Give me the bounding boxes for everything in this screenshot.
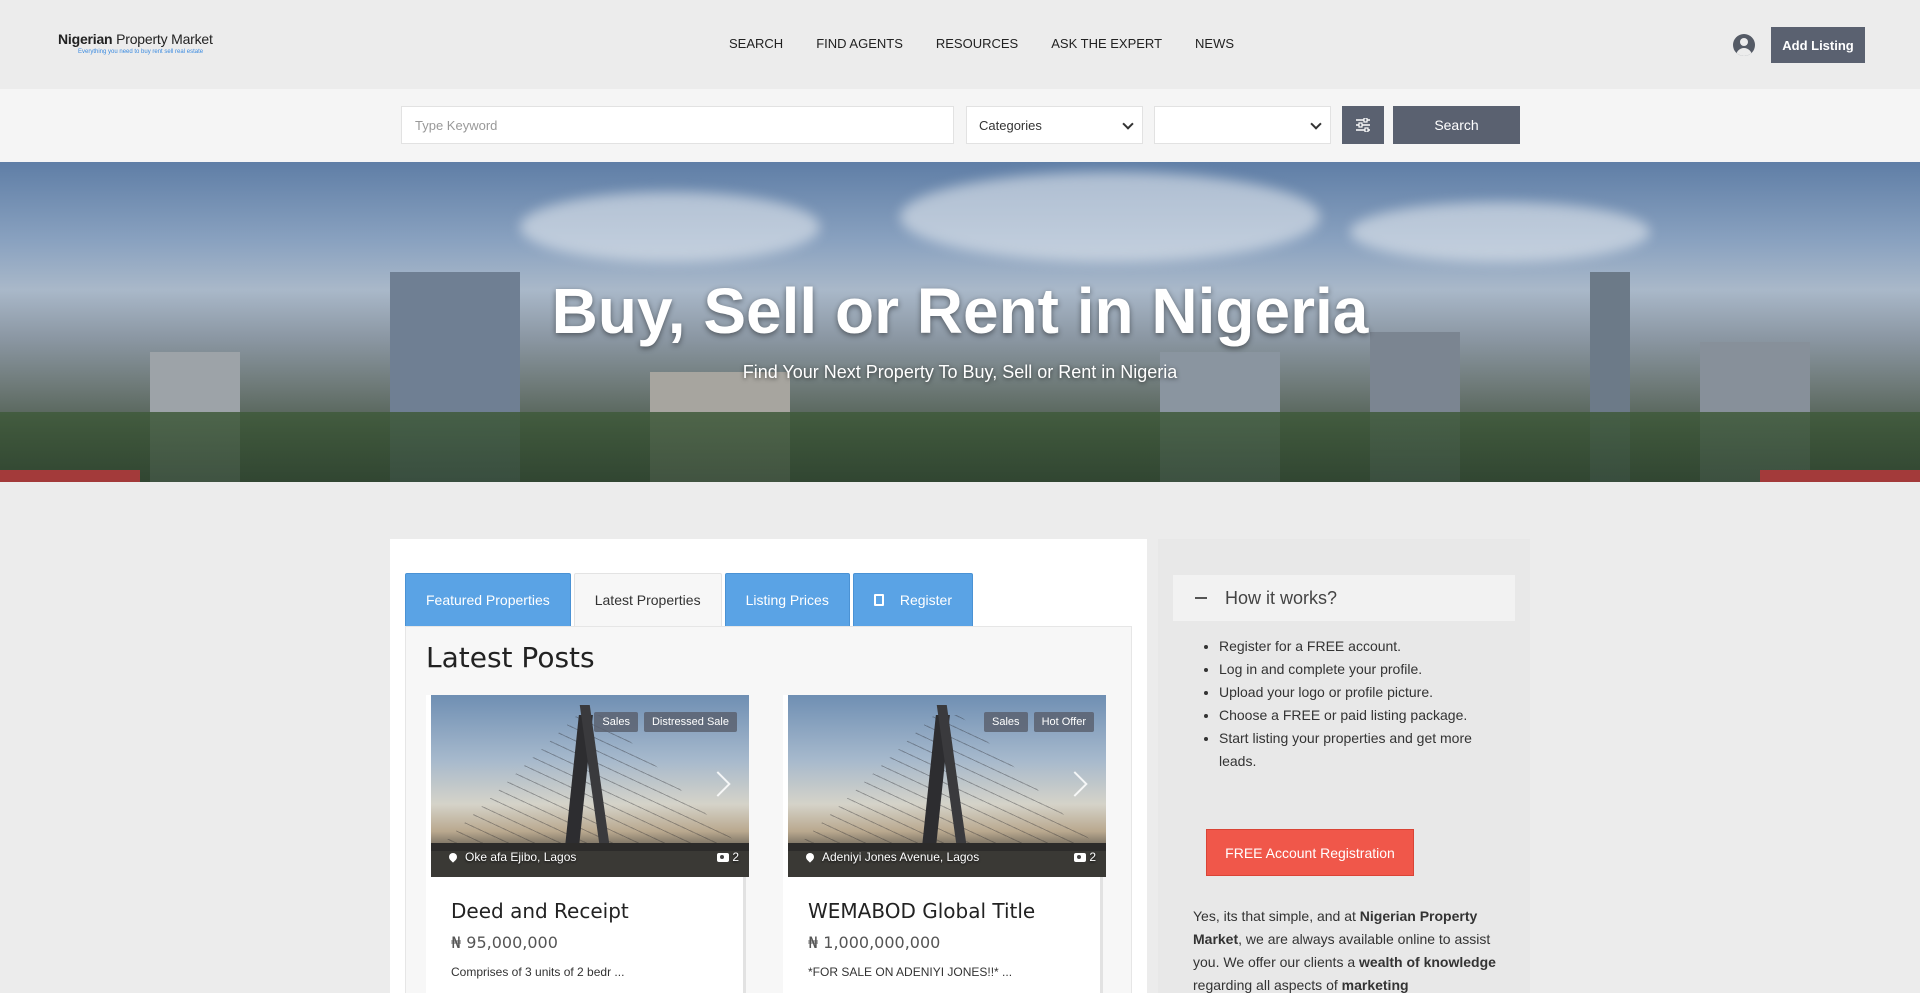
search-bar: Categories Search (0, 89, 1920, 162)
property-price: ₦ 95,000,000 (451, 933, 558, 952)
tree-line (0, 412, 1920, 482)
tab-register[interactable]: Register (852, 573, 973, 626)
keyword-input[interactable] (401, 106, 954, 144)
property-card[interactable]: Sales Distressed Sale Oke afa Ejibo, Lag… (426, 695, 749, 993)
logo-text: Nigerian Property Market (58, 31, 213, 47)
list-item: Choose a FREE or paid listing package. (1219, 704, 1489, 727)
chevron-down-icon (1122, 118, 1134, 130)
minus-icon (1195, 597, 1207, 599)
cloud (900, 172, 1320, 262)
chevron-right-icon[interactable] (705, 771, 731, 797)
camera-icon (717, 852, 730, 862)
search-button[interactable]: Search (1393, 106, 1520, 144)
hero-banner: Buy, Sell or Rent in Nigeria Find Your N… (0, 162, 1920, 482)
property-badges: Sales Distressed Sale (594, 712, 737, 732)
latest-properties-content: Latest Posts Sales Distressed Sale Oke a… (405, 626, 1132, 993)
list-item: Start listing your properties and get mo… (1219, 727, 1489, 773)
property-title[interactable]: WEMABOD Global Title (808, 899, 1035, 923)
sidebar-description: Yes, its that simple, and at Nigerian Pr… (1193, 908, 1496, 993)
property-card[interactable]: Sales Hot Offer Adeniyi Jones Avenue, La… (783, 695, 1106, 993)
property-price: ₦ 1,000,000,000 (808, 933, 941, 952)
tab-register-label: Register (899, 592, 952, 608)
sliders-icon (1356, 118, 1370, 132)
property-location: Adeniyi Jones Avenue, Lagos (804, 850, 979, 864)
nav-find-agents[interactable]: FIND AGENTS (816, 36, 903, 51)
map-pin-icon (804, 851, 816, 863)
property-image[interactable]: Sales Hot Offer Adeniyi Jones Avenue, La… (788, 695, 1106, 877)
how-it-works-panel: How it works? Register for a FREE accoun… (1158, 539, 1530, 993)
filter-button[interactable] (1342, 106, 1384, 144)
photo-count: 2 (717, 850, 739, 864)
hero-subtitle: Find Your Next Property To Buy, Sell or … (742, 362, 1178, 382)
map-pin-icon (447, 851, 459, 863)
nav-news[interactable]: NEWS (1195, 36, 1234, 51)
sign-in-icon (873, 594, 884, 606)
how-it-works-title: How it works? (1225, 587, 1338, 608)
badge-category[interactable]: Distressed Sale (643, 712, 737, 732)
property-location: Oke afa Ejibo, Lagos (447, 850, 576, 864)
property-description: Comprises of 3 units of 2 bedr ... (451, 965, 625, 979)
main-nav: SEARCH FIND AGENTS RESOURCES ASK THE EXP… (729, 36, 1267, 51)
tab-featured-properties[interactable]: Featured Properties (405, 573, 571, 626)
property-description: *FOR SALE ON ADENIYI JONES!!* ... (808, 965, 1013, 979)
property-title[interactable]: Deed and Receipt (451, 899, 629, 923)
tab-listing-prices[interactable]: Listing Prices (724, 573, 850, 626)
property-image[interactable]: Sales Distressed Sale Oke afa Ejibo, Lag… (431, 695, 749, 877)
badge-sales[interactable]: Sales (984, 712, 1028, 732)
category-select-value: Categories (979, 117, 1042, 133)
chevron-down-icon (1310, 118, 1322, 130)
category-select[interactable]: Categories (966, 106, 1143, 144)
camera-icon (1074, 852, 1087, 862)
site-header: Nigerian Property Market Everything you … (0, 0, 1920, 89)
badge-sales[interactable]: Sales (594, 712, 638, 732)
listing-tabs: Featured Properties Latest Properties Li… (405, 573, 976, 626)
list-item: Upload your logo or profile picture. (1219, 681, 1489, 704)
free-registration-button[interactable]: FREE Account Registration (1206, 829, 1414, 876)
listings-panel: Featured Properties Latest Properties Li… (390, 539, 1147, 993)
roof (0, 470, 140, 482)
add-listing-button[interactable]: Add Listing (1771, 27, 1865, 63)
roof (1760, 470, 1920, 482)
property-badges: Sales Hot Offer (984, 712, 1094, 732)
hero-title: Buy, Sell or Rent in Nigeria (551, 275, 1369, 347)
latest-posts-title: Latest Posts (426, 641, 595, 674)
tab-latest-properties[interactable]: Latest Properties (573, 573, 722, 626)
site-logo[interactable]: Nigerian Property Market Everything you … (58, 31, 213, 55)
badge-category[interactable]: Hot Offer (1033, 712, 1094, 732)
nav-resources[interactable]: RESOURCES (936, 36, 1018, 51)
photo-count: 2 (1074, 850, 1096, 864)
cloud (520, 192, 820, 262)
location-select[interactable] (1154, 106, 1331, 144)
list-item: Log in and complete your profile. (1219, 658, 1489, 681)
list-item: Register for a FREE account. (1219, 635, 1489, 658)
logo-tagline: Everything you need to buy rent sell rea… (78, 49, 204, 55)
cloud (1350, 202, 1650, 262)
user-account-icon[interactable] (1733, 34, 1755, 56)
how-it-works-toggle[interactable]: How it works? (1173, 575, 1515, 621)
steps-list: Register for a FREE account. Log in and … (1219, 635, 1489, 773)
nav-search[interactable]: SEARCH (729, 36, 783, 51)
chevron-right-icon[interactable] (1062, 771, 1088, 797)
nav-ask-the-expert[interactable]: ASK THE EXPERT (1051, 36, 1162, 51)
